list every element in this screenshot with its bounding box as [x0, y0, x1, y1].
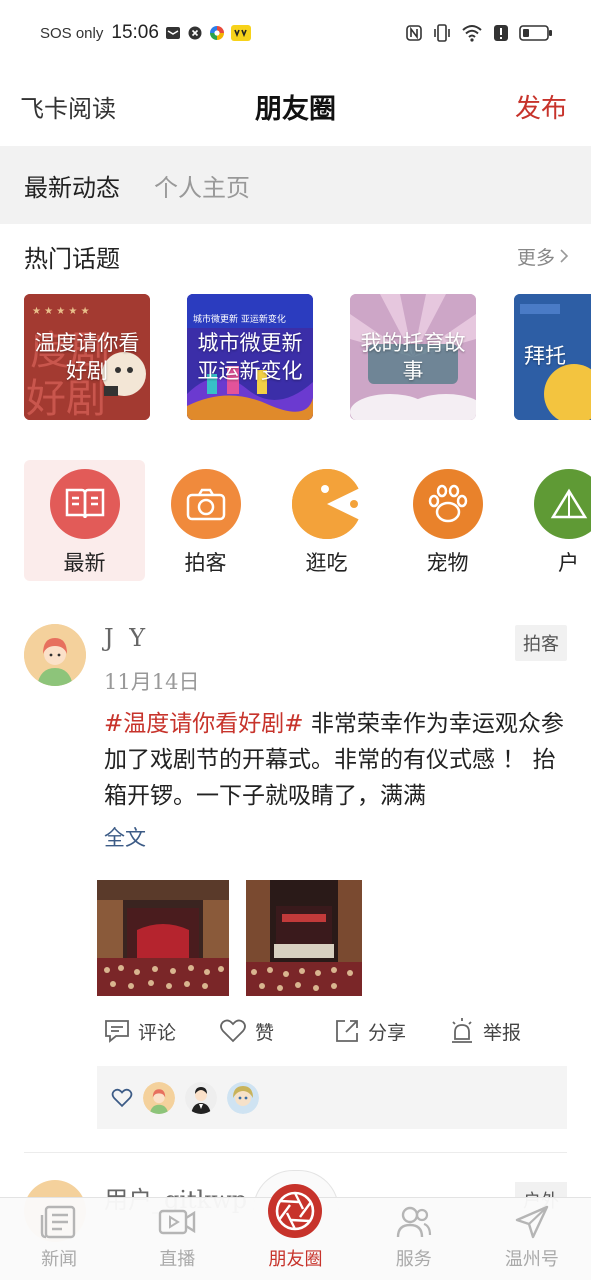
topic-card-childcare[interactable]: 我的托育故事: [350, 294, 476, 420]
nav-news[interactable]: 新闻: [0, 1198, 118, 1280]
post-content: #温度请你看好剧# 非常荣幸作为幸运观众参加了戏剧节的开幕式。非常的有仪式感 ！…: [104, 706, 567, 814]
avatar[interactable]: [24, 624, 86, 686]
post-divider: [24, 1152, 567, 1153]
close-box-icon: [188, 26, 202, 40]
nav-label: 直播: [159, 1249, 196, 1270]
user-name[interactable]: J Y: [104, 624, 149, 652]
paw-icon: [412, 469, 483, 539]
topic-line2: 事: [402, 359, 424, 383]
page-title: 朋友圈: [255, 93, 336, 125]
nav-label: 新闻: [41, 1249, 78, 1270]
tab-latest[interactable]: 最新动态: [24, 168, 120, 203]
heart-icon: [111, 1088, 133, 1107]
category-label: 拍客: [184, 551, 227, 575]
topic-line1: 城市微更新: [197, 331, 303, 355]
news-icon: [40, 1205, 76, 1239]
category-list: 最新 拍客 逛吃 宠物 户: [24, 460, 591, 582]
category-pets[interactable]: 宠物: [387, 460, 508, 581]
carrier-text: SOS only: [40, 24, 104, 42]
hashtag-link[interactable]: #温度请你看好剧#: [104, 711, 304, 737]
color-wheel-icon: [209, 26, 224, 40]
alarm-icon: [452, 1018, 472, 1043]
nav-services[interactable]: 服务: [355, 1198, 473, 1280]
book-icon: [49, 469, 120, 539]
topic-line1: 我的托育故: [360, 331, 466, 355]
nav-label: 温州号: [504, 1249, 559, 1270]
comment-button[interactable]: 评论: [104, 1018, 219, 1045]
post-actions: 评论 赞 分享 举报: [104, 1014, 567, 1048]
hot-topics-header: 热门话题 更多: [24, 236, 569, 276]
wifi-icon: [462, 25, 482, 42]
nav-label: 朋友圈: [268, 1249, 323, 1270]
post-photo[interactable]: [97, 880, 229, 996]
like-label: 赞: [255, 1021, 275, 1044]
app-badge-icon: [230, 25, 251, 41]
feika-reading-link[interactable]: 飞卡阅读: [20, 89, 116, 124]
paper-plane-icon: [515, 1205, 549, 1239]
status-bar: SOS only 15:06: [0, 0, 591, 66]
category-badge[interactable]: 拍客: [515, 625, 567, 661]
more-label: 更多: [516, 246, 555, 269]
battery-icon: [519, 25, 552, 41]
topic-line1: 温度请你看: [34, 331, 140, 355]
publish-button[interactable]: 发布: [515, 88, 567, 125]
heart-icon: [220, 1019, 246, 1043]
hot-topics-list: 度剧 好剧 ★ ★ ★ ★ ★ 温度请你看 好剧 城市微更新 亚运新变化 城市微更…: [24, 294, 591, 422]
category-outdoor[interactable]: 户: [508, 460, 591, 581]
hot-topics-title: 热门话题: [24, 244, 120, 273]
category-food[interactable]: 逛吃: [266, 460, 387, 581]
people-icon: [396, 1206, 431, 1238]
more-link[interactable]: 更多: [517, 243, 569, 270]
category-label: 户: [558, 551, 579, 575]
comment-label: 评论: [138, 1021, 177, 1044]
nav-live[interactable]: 直播: [118, 1198, 236, 1280]
camera-icon: [170, 469, 241, 539]
alert-icon: [494, 25, 508, 41]
feed-tabs: 最新动态 个人主页: [0, 146, 591, 224]
share-button[interactable]: 分享: [334, 1018, 449, 1045]
category-label: 逛吃: [305, 551, 348, 575]
tent-icon: [533, 469, 591, 539]
like-button[interactable]: 赞: [219, 1018, 334, 1045]
comment-icon: [105, 1020, 129, 1043]
topic-card-drama[interactable]: 度剧 好剧 ★ ★ ★ ★ ★ 温度请你看 好剧: [24, 294, 150, 420]
post-photo[interactable]: [246, 880, 362, 996]
topic-card-fourth[interactable]: 拜托: [514, 294, 591, 420]
mail-icon: [165, 27, 180, 39]
post-date: 11月14日: [104, 670, 200, 694]
report-button[interactable]: 举报: [449, 1017, 564, 1045]
vibrate-icon: [434, 24, 450, 42]
topic-card-city[interactable]: 城市微更新 亚运新变化 城市微更新亚运新变化: [187, 294, 313, 420]
app-header: 飞卡阅读 朋友圈 发布: [0, 66, 591, 146]
nfc-icon: [406, 25, 422, 41]
topic-line2: 亚运新变化: [197, 359, 303, 383]
category-latest[interactable]: 最新: [24, 460, 145, 581]
topic-line2: 好剧: [66, 359, 108, 383]
nav-wenzhou[interactable]: 温州号: [473, 1198, 591, 1280]
chevron-right-icon: [560, 249, 569, 263]
liker-avatar[interactable]: [227, 1081, 259, 1114]
report-label: 举报: [483, 1021, 522, 1044]
video-icon: [159, 1209, 196, 1235]
clock: 15:06: [111, 22, 159, 43]
liker-avatar[interactable]: [185, 1081, 217, 1114]
category-label: 最新: [63, 551, 106, 575]
full-text-link[interactable]: 全文: [104, 822, 146, 852]
pacman-icon: [291, 469, 362, 539]
svg-text:城市微更新 亚运新变化: 城市微更新 亚运新变化: [193, 313, 286, 325]
topic-line1: 拜托: [524, 344, 566, 368]
category-photo[interactable]: 拍客: [145, 460, 266, 581]
category-label: 宠物: [426, 551, 469, 575]
nav-label: 服务: [395, 1249, 432, 1270]
svg-text:★ ★ ★ ★ ★: ★ ★ ★ ★ ★: [32, 306, 90, 317]
share-icon: [336, 1020, 358, 1042]
share-label: 分享: [368, 1021, 407, 1044]
likes-bar: [97, 1066, 567, 1129]
aperture-icon[interactable]: [267, 1183, 323, 1239]
tab-profile[interactable]: 个人主页: [154, 168, 250, 203]
liker-avatar[interactable]: [143, 1081, 175, 1114]
